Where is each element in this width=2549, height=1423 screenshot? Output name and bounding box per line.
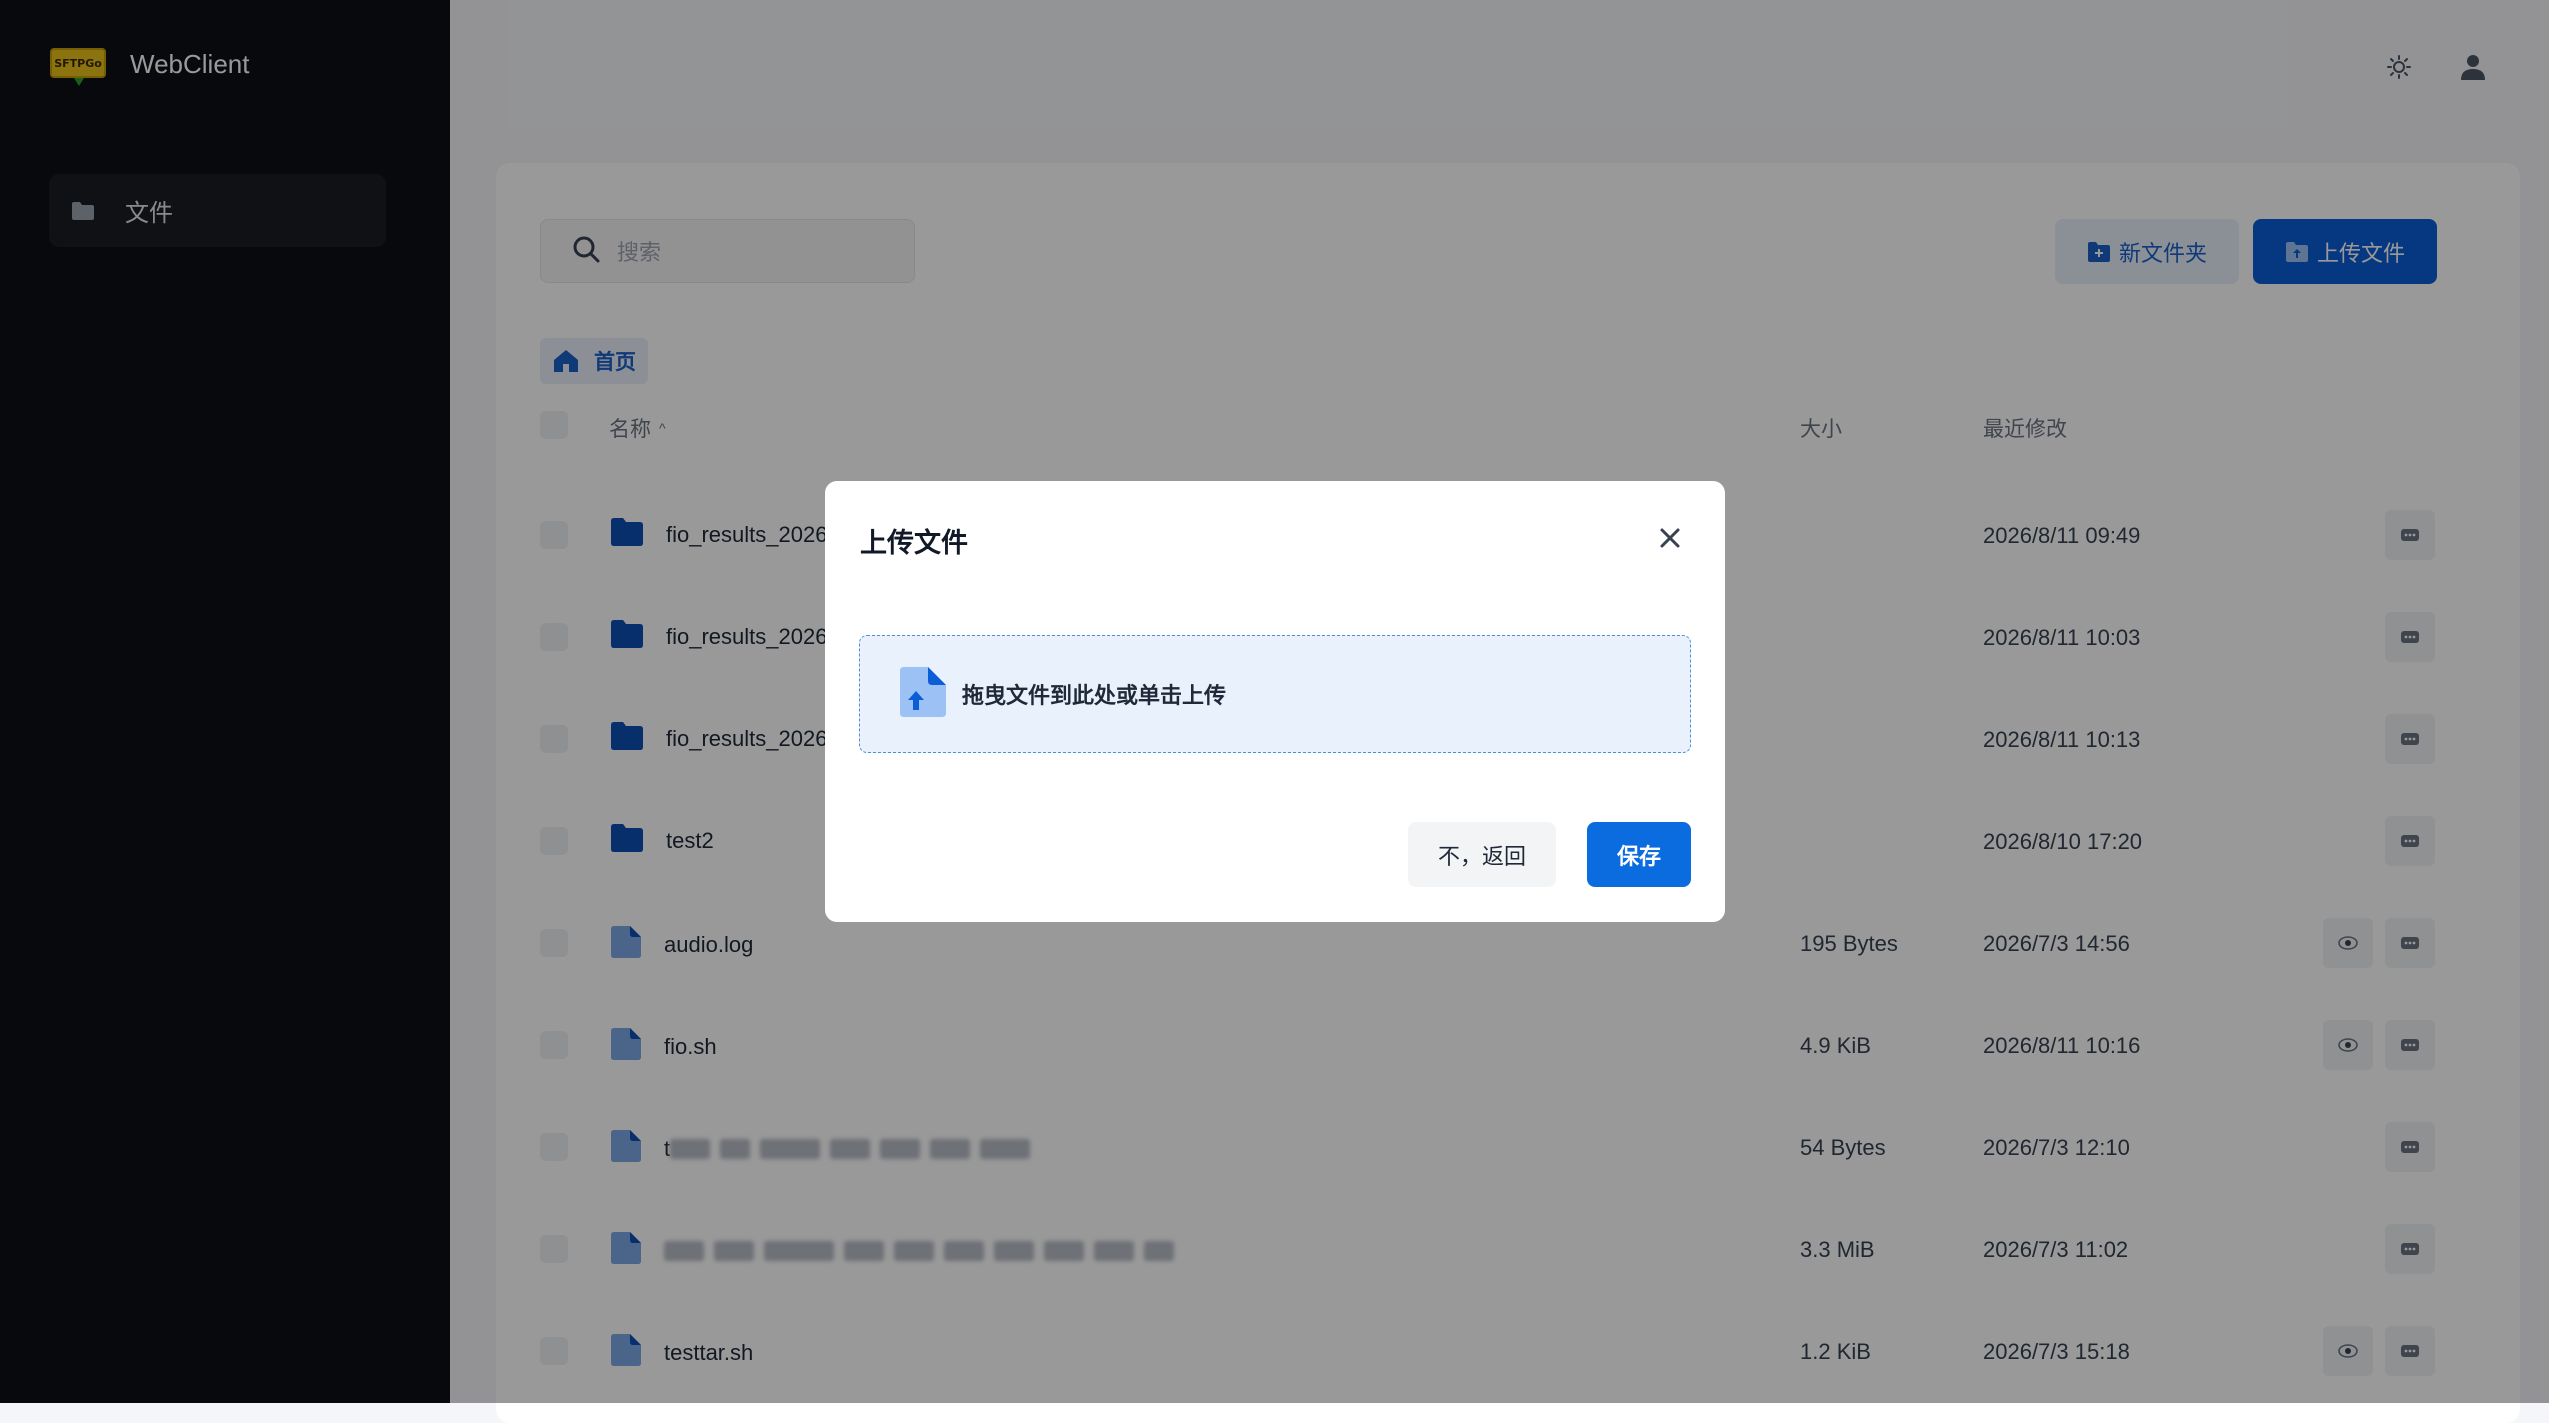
save-button[interactable]: 保存 — [1587, 822, 1691, 887]
dropzone-text: 拖曳文件到此处或单击上传 — [962, 683, 1227, 708]
close-icon[interactable] — [1655, 523, 1685, 553]
upload-modal: 上传文件 拖曳文件到此处或单击上传 不，返回 保存 — [825, 481, 1725, 922]
file-dropzone[interactable]: 拖曳文件到此处或单击上传 — [859, 635, 1691, 753]
cancel-button[interactable]: 不，返回 — [1408, 822, 1556, 887]
file-upload-icon — [898, 665, 948, 724]
modal-title: 上传文件 — [860, 528, 968, 558]
